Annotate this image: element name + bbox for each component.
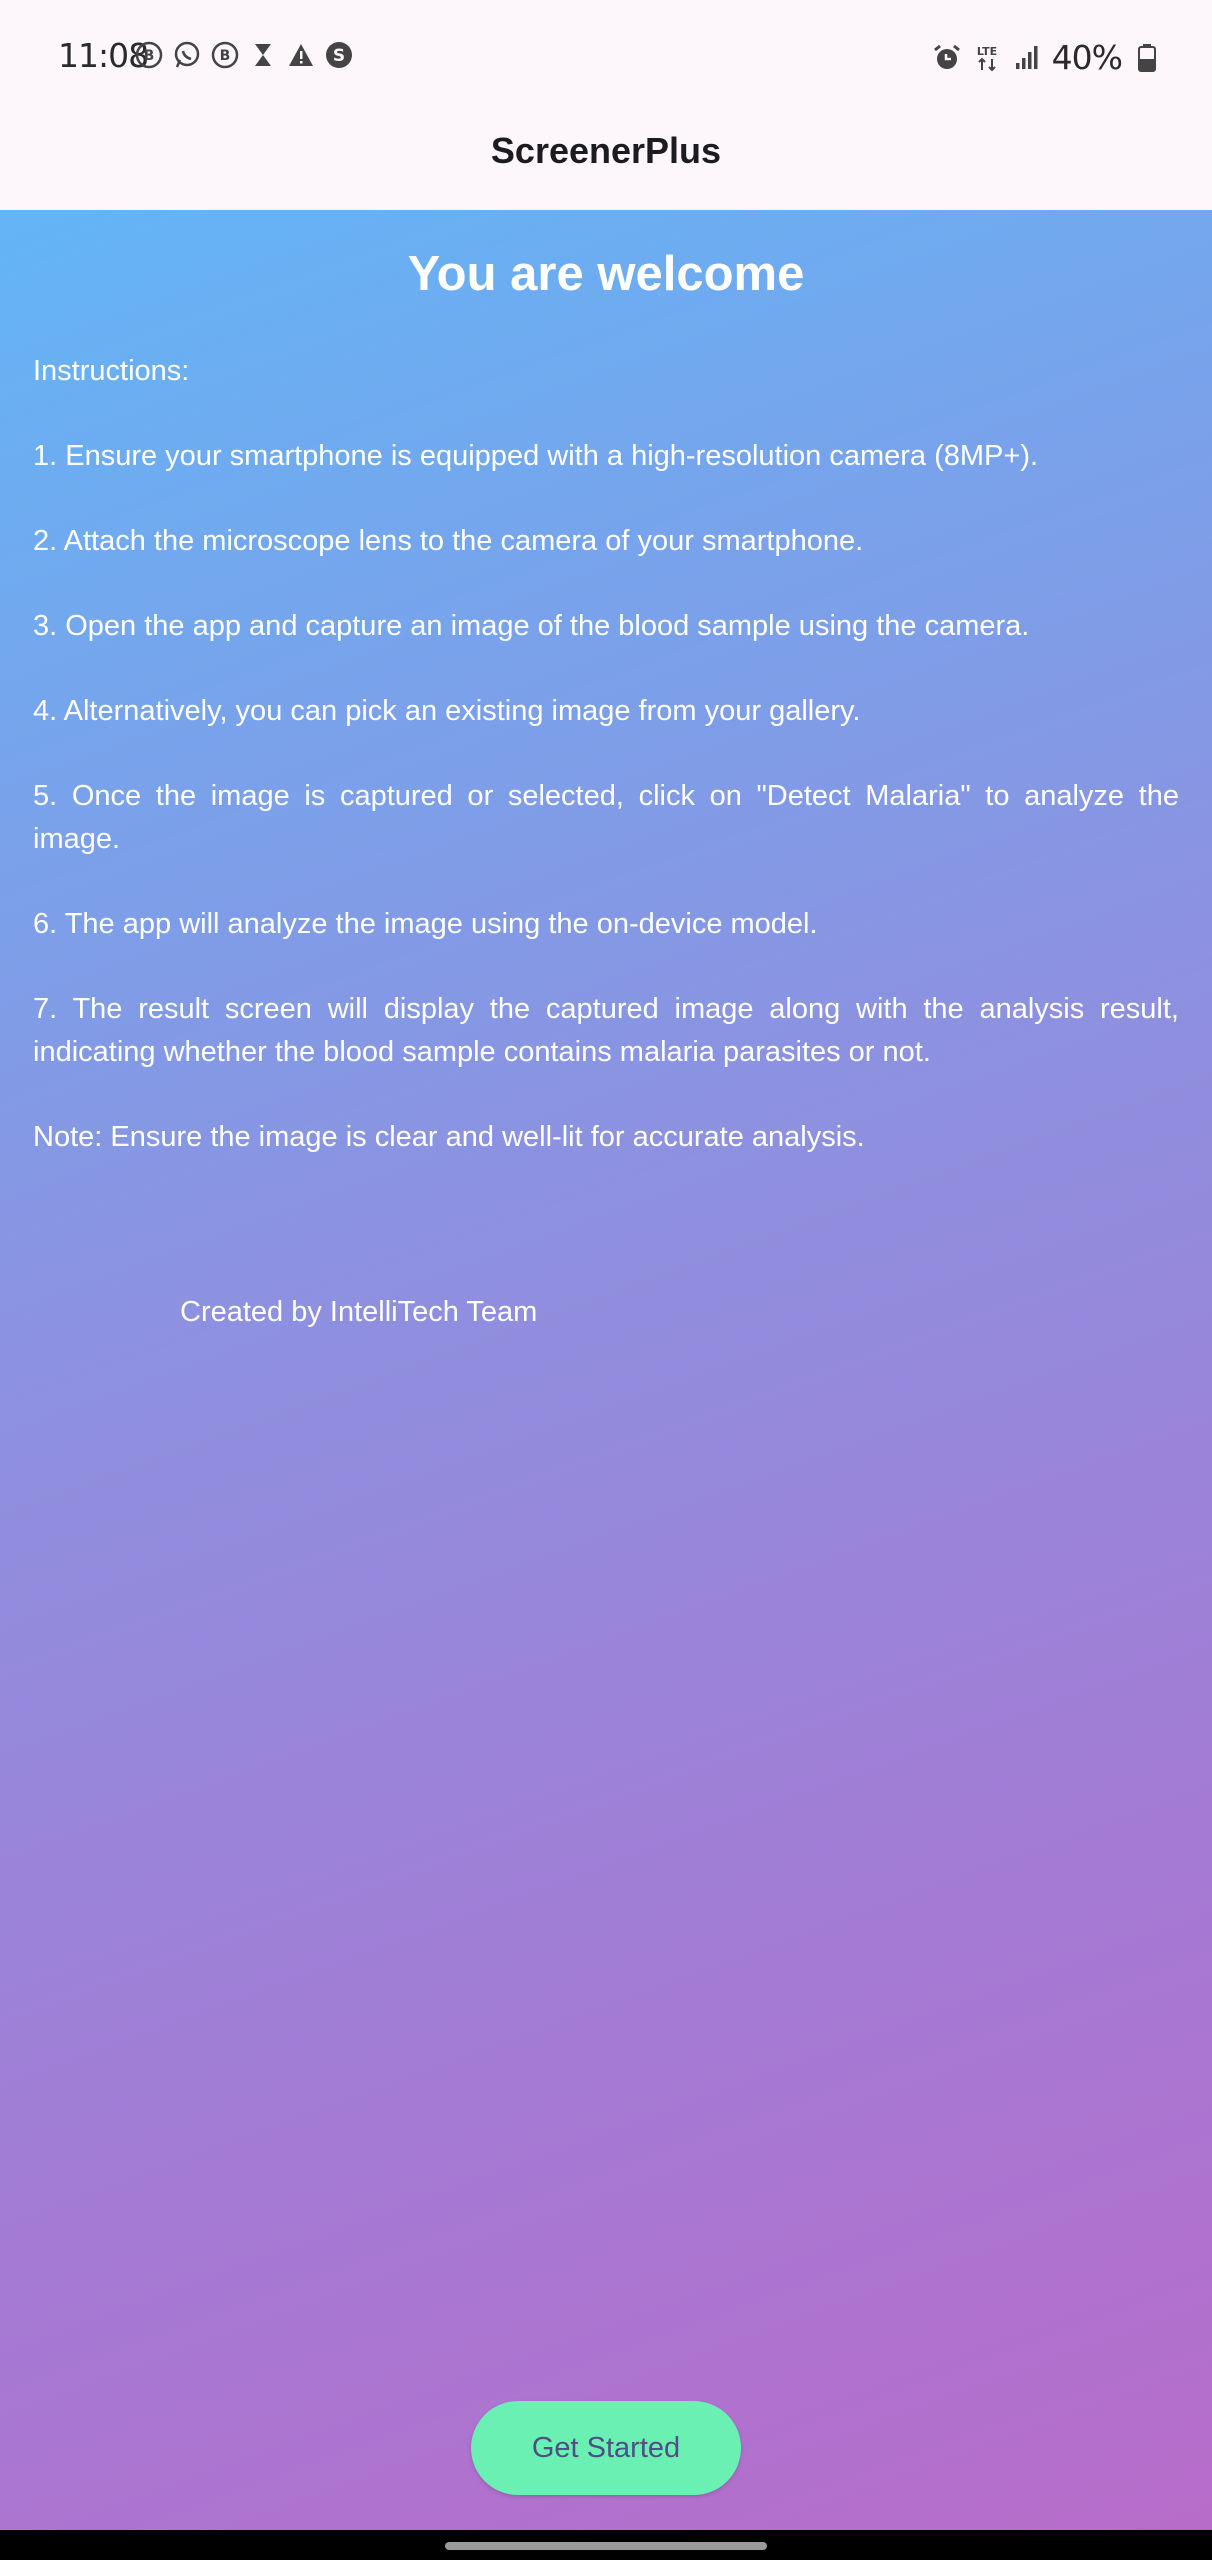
hourglass-icon <box>248 40 278 70</box>
instruction-step: 7. The result screen will display the ca… <box>33 993 1179 1068</box>
welcome-heading: You are welcome <box>407 247 805 301</box>
warning-icon <box>286 40 316 70</box>
get-started-button[interactable]: Get Started <box>471 2401 741 2495</box>
battery-icon <box>1132 43 1162 73</box>
credits-text: Created by IntelliTech Team <box>180 1296 538 1328</box>
instruction-step: 1. Ensure your smartphone is equipped wi… <box>33 440 1039 472</box>
signal-icon <box>1012 43 1042 73</box>
app-bar: ScreenerPlus <box>0 110 1212 210</box>
instructions-block: Instructions: 1. Ensure your smartphone … <box>33 350 1179 1201</box>
home-gesture-handle[interactable] <box>445 2542 767 2550</box>
svg-text:B: B <box>220 48 231 64</box>
status-bar: 11:08 B B S LTE 40% <box>0 0 1212 110</box>
svg-text:LTE: LTE <box>977 45 997 58</box>
instruction-step: 5. Once the image is captured or selecte… <box>33 780 1179 855</box>
app-title: ScreenerPlus <box>490 130 722 171</box>
svg-text:B: B <box>144 48 155 64</box>
s-badge-icon: S <box>324 40 354 70</box>
system-icons: LTE 40% <box>932 38 1162 77</box>
instruction-step: 2. Attach the microscope lens to the cam… <box>33 525 864 557</box>
navigation-bar <box>0 2530 1212 2560</box>
instruction-step: 4. Alternatively, you can pick an existi… <box>33 695 861 727</box>
welcome-screen: You are welcome Instructions: 1. Ensure … <box>0 210 1212 2530</box>
whatsapp-icon <box>172 40 202 70</box>
alarm-icon <box>932 43 962 73</box>
battery-percent: 40% <box>1051 38 1123 77</box>
lte-icon: LTE <box>972 43 1002 73</box>
instructions-title: Instructions: <box>33 355 190 387</box>
svg-text:S: S <box>333 46 345 66</box>
b-badge-icon: B <box>134 40 164 70</box>
instruction-note: Note: Ensure the image is clear and well… <box>33 1121 865 1153</box>
notification-icons: B B S <box>134 40 354 70</box>
instruction-step: 3. Open the app and capture an image of … <box>33 610 1030 642</box>
b-badge-icon: B <box>210 40 240 70</box>
instruction-step: 6. The app will analyze the image using … <box>33 908 818 940</box>
